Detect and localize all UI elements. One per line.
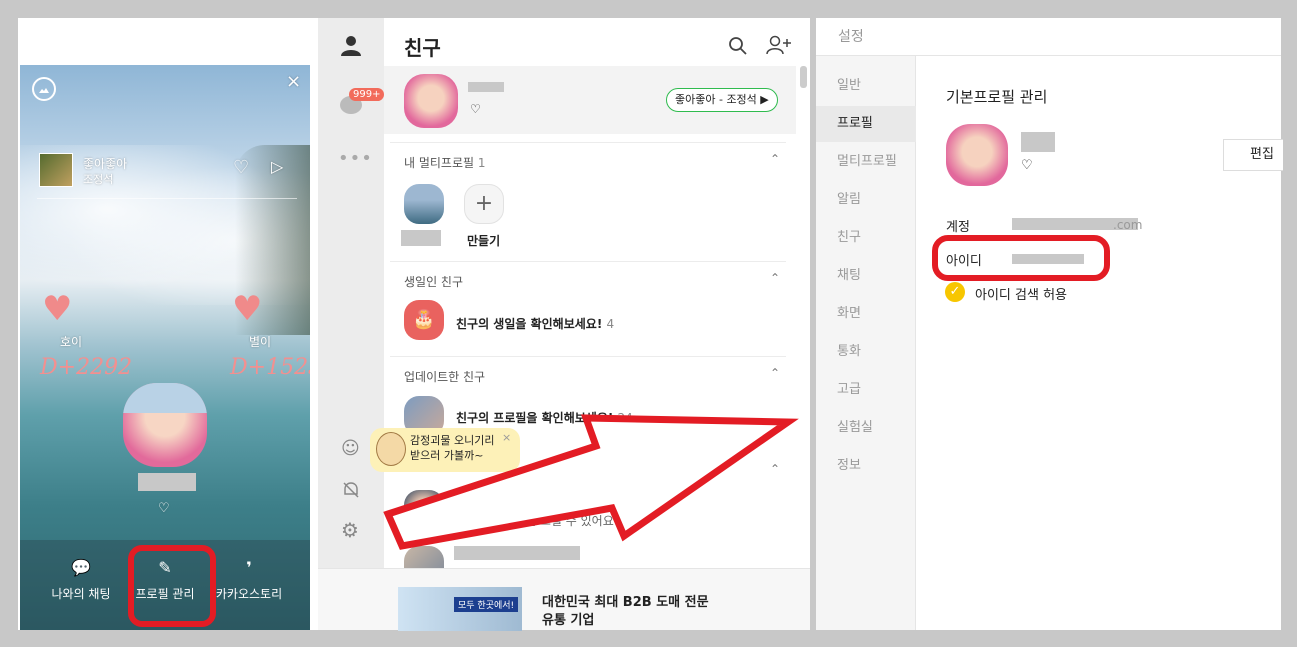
ad-banner[interactable]: 모두 한곳에서! 대한민국 최대 B2B 도매 전문 유통 기업 (318, 568, 810, 631)
my-name-redacted (468, 82, 504, 92)
account-suffix: .com (1113, 218, 1143, 232)
section-title: 기본프로필 관리 (946, 88, 1048, 106)
music-tag[interactable]: 좋아좋아 - 조정석 ▶ (666, 88, 778, 112)
quote-icon: ❜ (246, 558, 252, 577)
song-artist: 조정석 (83, 173, 114, 186)
divider (390, 261, 786, 262)
page-title: 친구 (404, 36, 441, 60)
annotation-ring-id (932, 235, 1110, 281)
birthday-cake-icon[interactable]: 🎂 (404, 300, 444, 340)
more-icon[interactable]: ••• (338, 148, 373, 169)
profile-avatar[interactable] (123, 383, 207, 467)
profile-music-row[interactable]: 좋아좋아 조정석 ♡ ▷ (37, 149, 297, 199)
account-label: 계정 (946, 220, 970, 235)
my-status-heart: ♡ (470, 102, 481, 116)
chat-with-me-button[interactable]: 💬 나와의 채팅 (36, 558, 126, 602)
scrollbar-thumb[interactable] (800, 66, 807, 88)
my-avatar (404, 74, 458, 128)
nav-labs[interactable]: 실험실 (816, 410, 916, 446)
divider (390, 356, 786, 357)
annotation-arrow (383, 414, 799, 550)
my-profile-row[interactable]: ♡ 좋아좋아 - 조정석 ▶ (384, 66, 796, 134)
close-icon[interactable]: × (286, 71, 301, 92)
nav-profile[interactable]: 프로필 (816, 106, 916, 142)
nav-chats[interactable]: 채팅 (816, 258, 916, 294)
divider (390, 142, 786, 143)
nav-friends[interactable]: 친구 (816, 220, 916, 256)
collapse-chevron-icon[interactable]: ⌃ (770, 152, 780, 166)
kakaostory-button[interactable]: ❜ 카카오스토리 (204, 558, 294, 602)
settings-nav: 일반 프로필 멀티프로필 알림 친구 채팅 화면 통화 고급 실험실 정보 (816, 56, 916, 630)
settings-name-redacted (1021, 132, 1055, 152)
friends-tab-icon[interactable] (339, 33, 363, 57)
emoticon-icon[interactable]: ☺ (341, 438, 360, 459)
left-dday-name: 호이 (60, 335, 83, 349)
id-search-allow-label: 아이디 검색 허용 (975, 288, 1067, 303)
birthday-row[interactable]: 친구의 생일을 확인해보세요! 4 (456, 315, 614, 332)
search-icon[interactable] (728, 36, 748, 56)
edit-button[interactable]: 편집 (1223, 139, 1283, 171)
settings-title: 설정 (838, 29, 864, 45)
settings-gear-icon[interactable]: ⚙ (341, 518, 359, 542)
settings-status-heart: ♡ (1021, 158, 1033, 173)
ad-image: 모두 한곳에서! (398, 587, 522, 631)
heart-sticker-icon: ♥ (42, 289, 73, 329)
like-off-icon[interactable]: ♡ (233, 157, 249, 178)
ad-image-caption: 모두 한곳에서! (454, 597, 519, 612)
collapse-chevron-icon[interactable]: ⌃ (770, 271, 780, 285)
multi-profile-avatar[interactable] (404, 184, 444, 224)
annotation-ring-profile-manage (128, 545, 216, 627)
album-art (39, 153, 73, 187)
background-image-icon[interactable] (32, 77, 56, 101)
profile-name-redacted (138, 473, 196, 491)
profile-status-heart: ♡ (158, 501, 170, 516)
ad-line-2: 유통 기업 (542, 613, 595, 628)
nav-display[interactable]: 화면 (816, 296, 916, 332)
nav-advanced[interactable]: 고급 (816, 372, 916, 408)
nav-multi-profile[interactable]: 멀티프로필 (816, 144, 916, 180)
birthday-section-header: 생일인 친구 (404, 275, 464, 289)
nav-notifications[interactable]: 알림 (816, 182, 916, 218)
heart-sticker-icon-2: ♥ (232, 289, 263, 329)
nav-calls[interactable]: 통화 (816, 334, 916, 370)
multi-profile-name-redacted (401, 230, 441, 246)
play-icon[interactable]: ▷ (271, 157, 283, 176)
notification-off-icon[interactable] (341, 480, 361, 500)
song-title: 좋아좋아 (83, 157, 128, 171)
updated-friends-section-header: 업데이트한 친구 (404, 370, 486, 384)
multi-profile-section-header: 내 멀티프로필 1 (404, 156, 486, 170)
add-friend-icon[interactable] (766, 34, 792, 56)
id-search-checkbox[interactable]: ✓ (945, 282, 965, 302)
speech-bubble-icon: 💬 (71, 558, 91, 577)
create-label: 만들기 (467, 234, 501, 248)
right-dday-count: D+1523 (230, 355, 310, 380)
nav-info[interactable]: 정보 (816, 448, 916, 484)
collapse-chevron-icon[interactable]: ⌃ (770, 366, 780, 380)
nav-general[interactable]: 일반 (816, 68, 916, 104)
ad-line-1: 대한민국 최대 B2B 도매 전문 (542, 595, 709, 610)
unread-badge: 999+ (349, 88, 385, 101)
create-multi-profile-button[interactable]: + (464, 184, 504, 224)
settings-profile-avatar[interactable] (946, 124, 1008, 186)
right-dday-name: 별이 (249, 335, 272, 349)
main-sidebar: 999+ ••• ☺ ⚙ (318, 18, 385, 630)
left-dday-count: D+2292 (40, 355, 133, 380)
